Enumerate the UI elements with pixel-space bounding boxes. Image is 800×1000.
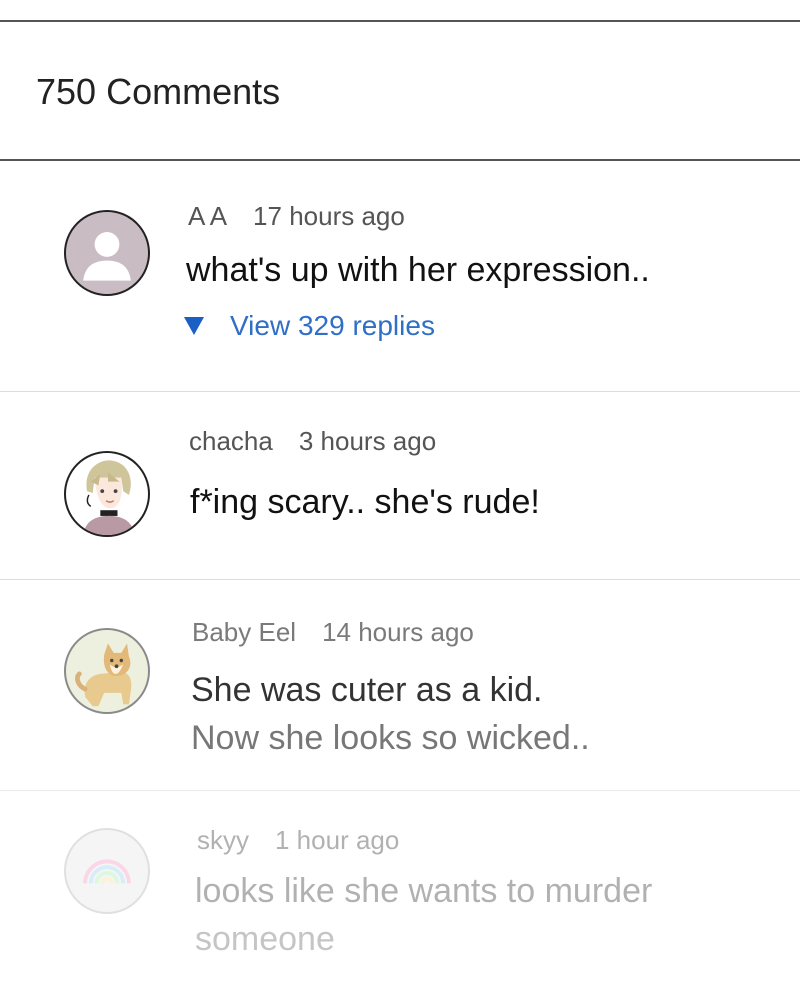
- comment-meta: A A 17 hours ago: [188, 200, 405, 232]
- top-rule: [0, 20, 800, 22]
- comment-author[interactable]: skyy: [197, 825, 249, 855]
- avatar[interactable]: [64, 628, 150, 714]
- comment-text-line: She was cuter as a kid.: [191, 671, 543, 709]
- comment-time: 3 hours ago: [298, 426, 437, 456]
- comment-time: 17 hours ago: [253, 201, 405, 231]
- comment-author[interactable]: chacha: [189, 426, 273, 456]
- dog-avatar: [75, 643, 132, 707]
- comments-count-title: 750 Comments: [36, 71, 281, 112]
- comment-text: what's up with her expression..: [186, 251, 650, 289]
- comment-text-line: looks like she wants to murder: [195, 872, 653, 910]
- view-replies-label: View 329 replies: [230, 310, 435, 341]
- comment-time: 1 hour ago: [275, 825, 400, 855]
- comment-author[interactable]: Baby Eel: [192, 617, 296, 647]
- comment-meta: skyy 1 hour ago: [197, 824, 399, 856]
- caret-down-icon: [184, 317, 204, 335]
- comment-meta: Baby Eel 14 hours ago: [192, 616, 474, 648]
- comment-time: 14 hours ago: [322, 617, 474, 647]
- avatar[interactable]: [64, 451, 150, 537]
- anime-character-avatar: [83, 460, 135, 535]
- comment-item: skyy 1 hour ago looks like she wants to m…: [0, 791, 800, 1000]
- comment-item: Baby Eel 14 hours ago She was cuter as a …: [0, 580, 800, 790]
- rainbow-avatar: [83, 859, 131, 884]
- comment-text-line: someone: [195, 920, 335, 958]
- comment-text-line: Now she looks so wicked..: [191, 719, 590, 757]
- avatar[interactable]: [64, 210, 150, 296]
- default-user-icon: [83, 232, 131, 281]
- comment-author[interactable]: A A: [188, 201, 227, 231]
- view-replies-button[interactable]: View 329 replies: [184, 308, 435, 344]
- comment-meta: chacha 3 hours ago: [189, 425, 436, 457]
- comment-item: A A 17 hours ago what's up with her expre…: [0, 160, 800, 390]
- avatar[interactable]: [64, 828, 150, 914]
- comment-text: f*ing scary.. she's rude!: [190, 483, 540, 521]
- comment-item: chacha 3 hours ago f*ing scary.. she's ru…: [0, 392, 800, 579]
